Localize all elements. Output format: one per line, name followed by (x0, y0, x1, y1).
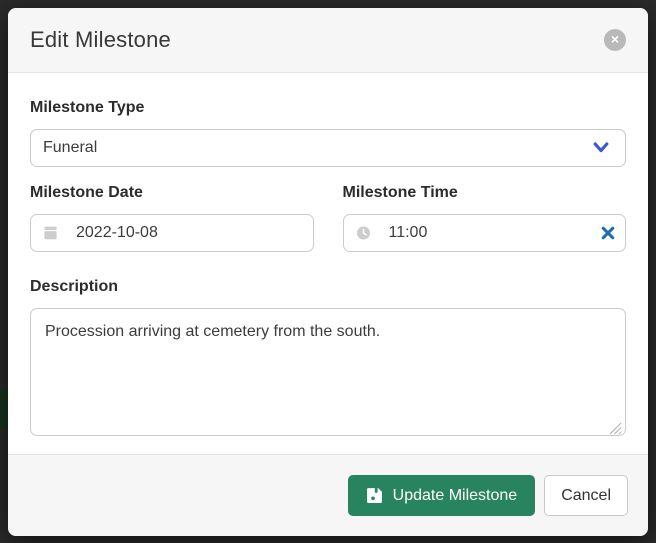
update-milestone-button[interactable]: Update Milestone (348, 475, 536, 516)
milestone-date-label: Milestone Date (30, 184, 314, 202)
cancel-button[interactable]: Cancel (544, 475, 628, 516)
milestone-date-input[interactable] (30, 214, 314, 252)
clear-time-button[interactable] (598, 223, 618, 243)
clear-x-icon (601, 226, 615, 240)
update-milestone-label: Update Milestone (393, 487, 518, 505)
milestone-type-select[interactable]: Funeral (30, 129, 626, 167)
milestone-time-group: Milestone Time (343, 184, 627, 252)
save-icon (366, 487, 383, 504)
edit-milestone-modal: Edit Milestone × Milestone Type Funeral … (8, 8, 648, 536)
milestone-date-wrap (30, 214, 314, 252)
modal-header: Edit Milestone × (8, 8, 648, 73)
date-time-row: Milestone Date Milestone Time (30, 184, 626, 252)
modal-body: Milestone Type Funeral Milestone Date (8, 73, 648, 454)
backdrop-content-hint (0, 388, 8, 430)
description-textarea[interactable]: Procession arriving at cemetery from the… (30, 308, 626, 436)
modal-title: Edit Milestone (30, 27, 171, 53)
milestone-time-wrap (343, 214, 627, 252)
milestone-date-group: Milestone Date (30, 184, 314, 252)
milestone-time-input[interactable] (343, 214, 627, 252)
close-icon: × (611, 32, 619, 46)
milestone-type-label: Milestone Type (30, 99, 626, 117)
modal-footer: Update Milestone Cancel (8, 454, 648, 536)
milestone-time-label: Milestone Time (343, 184, 627, 202)
milestone-type-value: Funeral (43, 139, 97, 157)
cancel-label: Cancel (561, 487, 611, 505)
description-wrap: Procession arriving at cemetery from the… (30, 308, 626, 441)
description-label: Description (30, 278, 626, 296)
close-button[interactable]: × (604, 29, 626, 51)
chevron-down-icon (593, 142, 609, 154)
